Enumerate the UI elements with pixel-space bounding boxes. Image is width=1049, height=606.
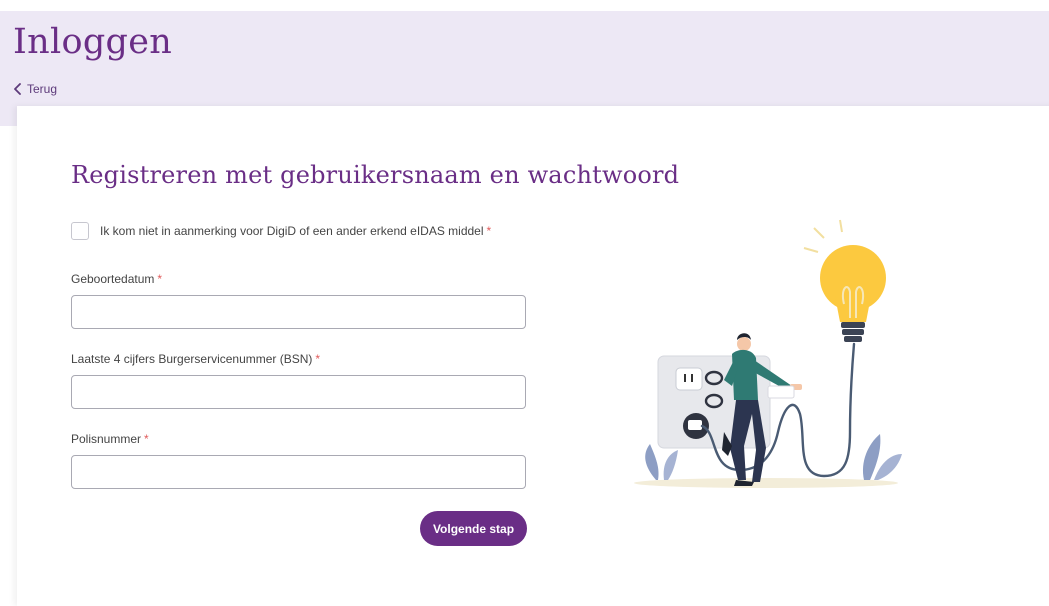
- eidas-checkbox[interactable]: [71, 222, 89, 240]
- back-link[interactable]: Terug: [13, 82, 57, 96]
- birthdate-label-text: Geboortedatum: [71, 272, 155, 286]
- required-marker: *: [315, 352, 321, 366]
- page-title: Inloggen: [13, 22, 173, 62]
- ground-shadow: [634, 478, 898, 488]
- policy-number-input[interactable]: [71, 455, 526, 489]
- eidas-checkbox-text: Ik kom niet in aanmerking voor DigiD of …: [100, 224, 484, 238]
- bsn-label: Laatste 4 cijfers Burgerservicenummer (B…: [71, 352, 320, 366]
- required-marker: *: [144, 432, 149, 446]
- bsn-input[interactable]: [71, 375, 526, 409]
- policy-number-label-text: Polisnummer: [71, 432, 142, 446]
- back-link-label: Terug: [27, 82, 58, 96]
- required-marker: *: [157, 272, 163, 286]
- birthdate-input[interactable]: [71, 295, 526, 329]
- leaf-right-icon: [862, 434, 902, 480]
- leaf-left-icon: [645, 444, 678, 480]
- person-plugging-cable-lightbulb-illustration: [634, 219, 902, 488]
- policy-number-label: Polisnummer *: [71, 432, 149, 446]
- form-title: Registreren met gebruikersnaam en wachtw…: [71, 161, 680, 189]
- birthdate-label: Geboortedatum *: [71, 272, 162, 286]
- required-marker: *: [486, 224, 492, 238]
- eidas-checkbox-label: Ik kom niet in aanmerking voor DigiD of …: [100, 224, 491, 238]
- next-step-button[interactable]: Volgende stap: [420, 511, 527, 546]
- eidas-checkbox-row: Ik kom niet in aanmerking voor DigiD of …: [71, 222, 491, 240]
- chevron-left-icon: [14, 83, 21, 95]
- bsn-label-text: Laatste 4 cijfers Burgerservicenummer (B…: [71, 352, 313, 366]
- lightbulb-icon: [803, 219, 886, 342]
